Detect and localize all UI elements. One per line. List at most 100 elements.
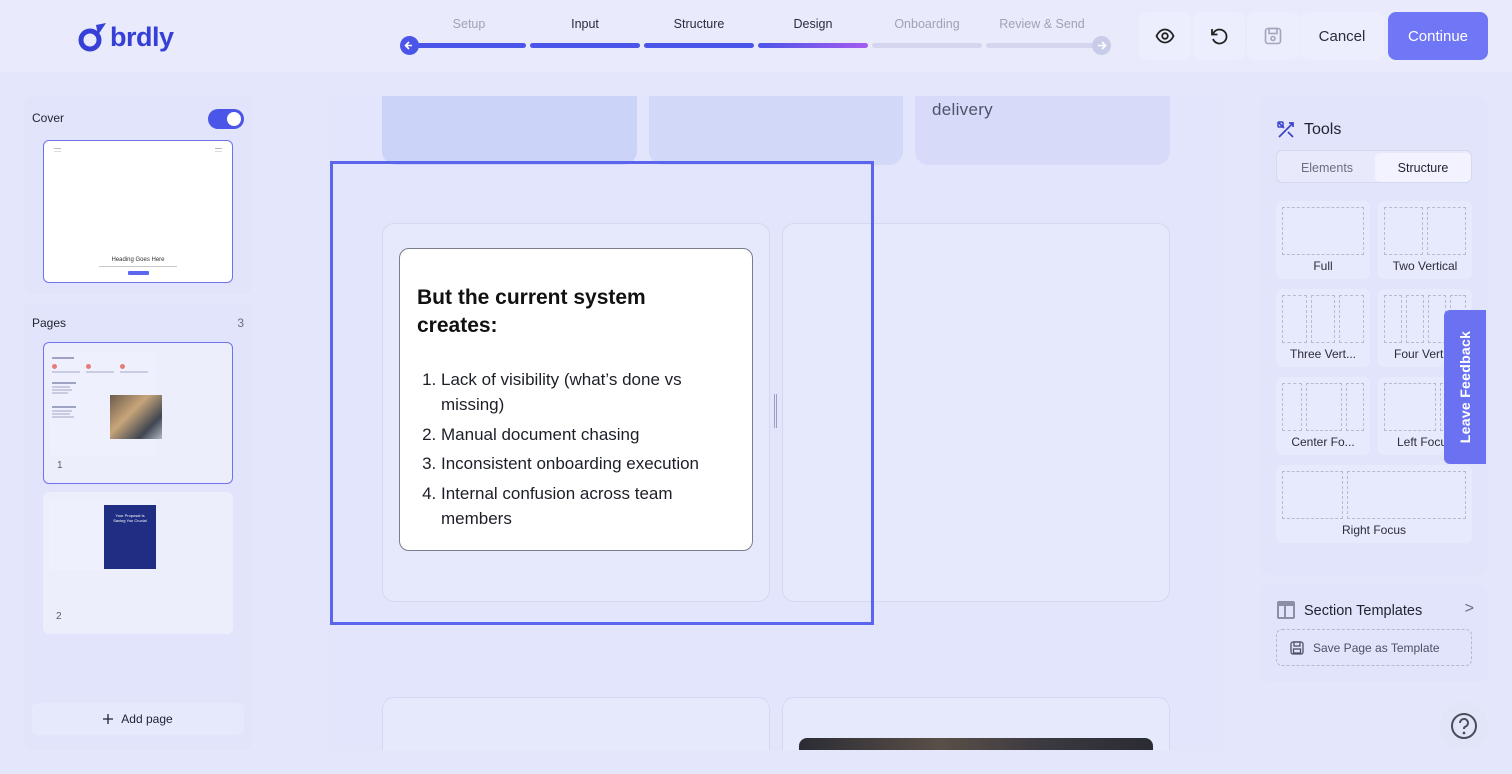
step-bar <box>412 43 526 48</box>
section-templates-panel: Section Templates > Save Page as Templat… <box>1260 584 1488 682</box>
step-label: Structure <box>673 17 725 31</box>
step-setup[interactable]: Setup <box>412 14 526 54</box>
lower-left-column[interactable] <box>382 697 770 750</box>
layout-two-vertical[interactable]: Two Vertical <box>1378 201 1472 279</box>
save-button[interactable] <box>1247 12 1299 60</box>
top-header: brdly Setup Input Structure Design Onboa… <box>0 0 1512 72</box>
layout-column <box>1346 383 1364 431</box>
layout-column <box>1282 383 1302 431</box>
mini-row <box>52 357 74 359</box>
step-bar <box>872 43 982 48</box>
layout-column <box>1406 295 1424 343</box>
top-card-3[interactable]: delivery <box>915 96 1170 165</box>
mini-mark <box>215 148 222 152</box>
preview-button[interactable] <box>1139 12 1191 60</box>
mini-row <box>120 371 148 373</box>
mini-row <box>52 389 72 391</box>
mini-photo <box>110 395 162 439</box>
cover-section: Cover Heading Goes Here <box>24 96 252 294</box>
editor-canvas[interactable]: delivery But the current system creates:… <box>326 96 1226 750</box>
layout-column <box>1282 295 1307 343</box>
save-icon <box>1264 27 1282 45</box>
layout-right-focus[interactable]: Right Focus <box>1276 465 1472 543</box>
layout-three-vertical[interactable]: Three Vert... <box>1276 289 1370 367</box>
step-design[interactable]: Design <box>758 14 868 54</box>
mini-row <box>52 392 68 394</box>
step-structure[interactable]: Structure <box>644 14 754 54</box>
help-button[interactable] <box>1440 702 1488 750</box>
cover-thumb-heading: Heading Goes Here <box>111 257 165 263</box>
mini-row <box>52 386 70 388</box>
step-bar <box>986 43 1098 48</box>
layout-label: Full <box>1313 259 1333 273</box>
mini-page-preview: Your Proposal Is Saving You Crucial <box>49 500 156 570</box>
page-thumbnail-1[interactable]: 1 <box>43 342 233 484</box>
top-card-text: delivery <box>932 100 993 119</box>
selection-outline[interactable] <box>330 161 874 625</box>
eye-icon <box>1155 28 1175 44</box>
page-thumbnail-2[interactable]: Your Proposal Is Saving You Crucial 2 <box>43 492 233 634</box>
step-input[interactable]: Input <box>530 14 640 54</box>
layout-label: Three Vert... <box>1289 347 1357 361</box>
logo-text: brdly <box>110 21 174 52</box>
progress-stepper: Setup Input Structure Design Onboarding … <box>400 14 1116 55</box>
step-review-send[interactable]: Review & Send <box>986 14 1098 54</box>
step-label: Design <box>793 17 833 31</box>
save-template-button[interactable]: Save Page as Template <box>1276 629 1472 666</box>
plus-icon <box>103 714 114 724</box>
step-bar <box>530 43 640 48</box>
brdly-logo[interactable]: brdly <box>78 20 174 54</box>
layout-center-focus[interactable]: Center Fo... <box>1276 377 1370 455</box>
forward-arrow-icon[interactable] <box>1092 36 1111 55</box>
cover-label: Cover <box>32 111 65 125</box>
page-number: 1 <box>57 460 63 471</box>
top-card-2[interactable] <box>649 96 903 165</box>
cover-thumbnail[interactable]: Heading Goes Here <box>43 140 233 283</box>
mini-row <box>52 382 76 384</box>
cancel-button[interactable]: Cancel <box>1300 12 1384 60</box>
layout-full[interactable]: Full <box>1276 201 1370 279</box>
mini-logo <box>54 148 61 152</box>
pages-sidebar: Cover Heading Goes Here Pages 3 1 Your P… <box>24 96 252 750</box>
mini-row <box>52 371 80 373</box>
save-template-label: Save Page as Template <box>1313 640 1440 655</box>
undo-icon <box>1211 28 1228 45</box>
reset-button[interactable] <box>1193 12 1245 60</box>
templates-title: Section Templates <box>1304 603 1423 619</box>
tools-title: Tools <box>1304 121 1342 138</box>
toggle-knob <box>227 112 241 126</box>
mini-row <box>52 416 74 418</box>
pages-section: Pages 3 1 Your Proposal Is Saving You Cr… <box>24 303 252 750</box>
layout-column <box>1384 383 1436 431</box>
layout-label: Right Focus <box>1341 523 1407 537</box>
add-page-button[interactable]: Add page <box>32 703 244 735</box>
help-icon <box>1451 713 1477 739</box>
continue-button[interactable]: Continue <box>1388 12 1488 60</box>
layout-label: Center Fo... <box>1291 435 1355 449</box>
mini-page-title: Your Proposal Is Saving You Crucial <box>113 513 147 523</box>
mini-row <box>52 410 72 412</box>
layout-column <box>1311 295 1335 343</box>
tab-structure[interactable]: Structure <box>1375 153 1471 182</box>
layout-column <box>1306 383 1342 431</box>
pages-label: Pages <box>32 316 67 330</box>
leave-feedback-tab[interactable]: Leave Feedback <box>1444 310 1486 464</box>
mini-row <box>52 406 76 408</box>
mini-divider <box>99 266 177 267</box>
layout-column <box>1347 471 1466 519</box>
chevron-right-icon[interactable]: > <box>1465 600 1474 618</box>
top-card-1[interactable] <box>382 96 637 165</box>
mini-row <box>86 371 114 373</box>
step-label: Onboarding <box>894 17 960 31</box>
layout-column <box>1339 295 1364 343</box>
layout-column <box>1384 207 1423 255</box>
tab-elements[interactable]: Elements <box>1279 153 1375 182</box>
step-label: Input <box>571 17 599 31</box>
step-onboarding[interactable]: Onboarding <box>872 14 982 54</box>
layout-column <box>1427 207 1466 255</box>
cover-toggle[interactable] <box>208 109 244 129</box>
layout-column <box>1384 295 1402 343</box>
mini-dot <box>52 364 57 369</box>
lower-image[interactable] <box>799 738 1153 750</box>
logo-mark-icon <box>78 23 106 52</box>
